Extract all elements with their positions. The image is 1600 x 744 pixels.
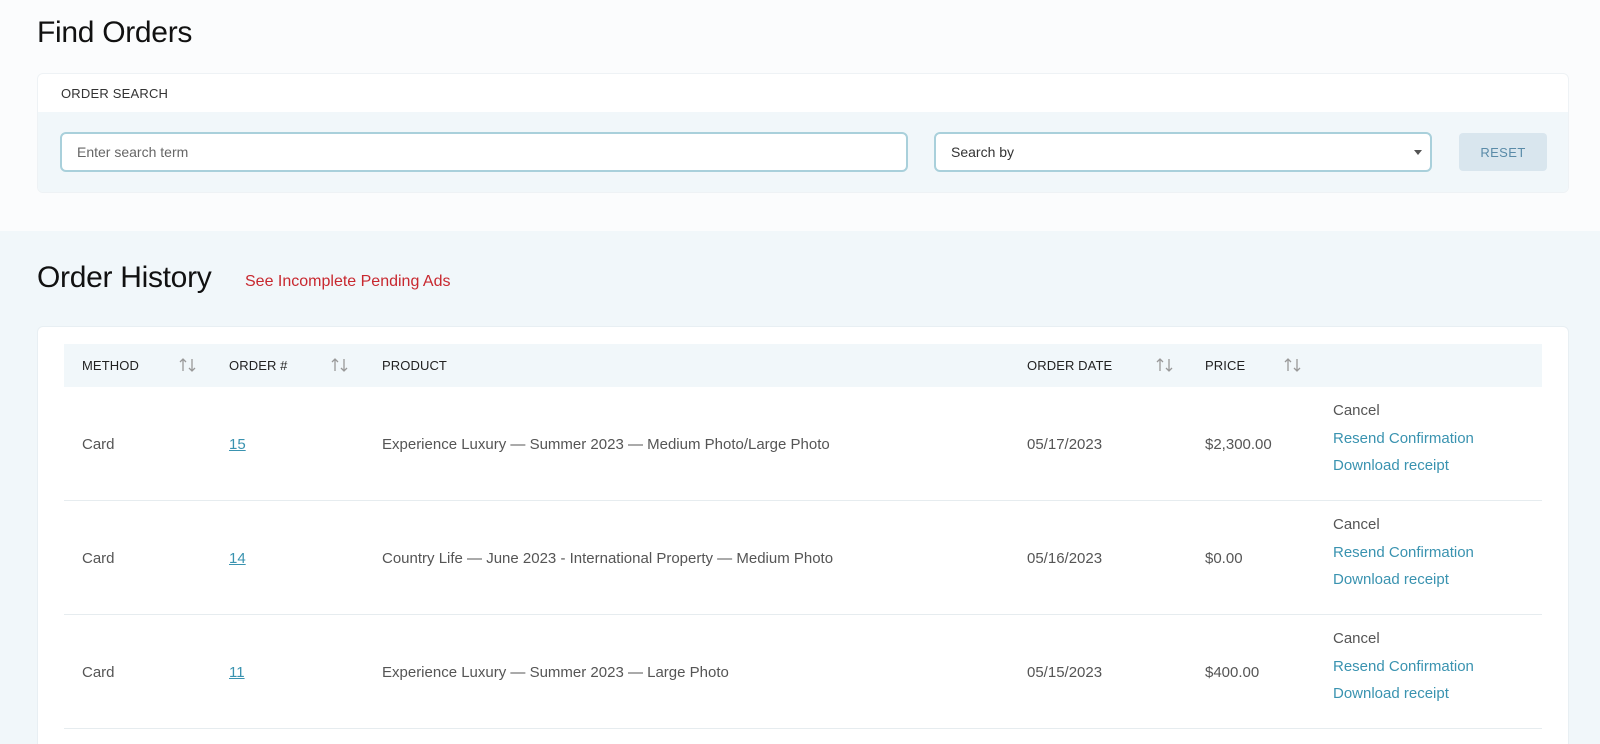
order-date-cell: 05/15/2023 (1027, 663, 1103, 681)
table-row: Card 14 Country Life — June 2023 - Inter… (64, 501, 1542, 615)
row-actions: Cancel Resend Confirmation Download rece… (1333, 397, 1533, 480)
order-search-card: ORDER SEARCH Search by RESET (37, 73, 1569, 193)
download-receipt-link[interactable]: Download receipt (1333, 680, 1533, 708)
table-header: METHOD ORDER # PRODUCT ORDER DATE PRICE (64, 344, 1542, 387)
column-header-label: PRODUCT (382, 358, 447, 373)
reset-button[interactable]: RESET (1459, 133, 1547, 171)
product-cell: Country Life — June 2023 - International… (382, 549, 834, 567)
column-header-method[interactable]: METHOD (82, 344, 139, 387)
order-number-link[interactable]: 14 (229, 501, 246, 615)
cancel-link[interactable]: Cancel (1333, 511, 1533, 539)
method-cell: Card (82, 435, 115, 453)
sort-arrows-icon[interactable] (178, 356, 198, 374)
price-cell: $0.00 (1205, 549, 1243, 567)
incomplete-pending-ads-link[interactable]: See Incomplete Pending Ads (245, 273, 450, 291)
column-header-order-number[interactable]: ORDER # (229, 344, 288, 387)
download-receipt-link[interactable]: Download receipt (1333, 452, 1533, 480)
sort-arrows-icon[interactable] (1155, 356, 1175, 374)
order-table: METHOD ORDER # PRODUCT ORDER DATE PRICE … (37, 326, 1569, 744)
column-header-label: PRICE (1205, 358, 1246, 373)
resend-confirmation-link[interactable]: Resend Confirmation (1333, 653, 1533, 681)
order-date-cell: 05/16/2023 (1027, 549, 1103, 567)
table-row: Card 15 Experience Luxury — Summer 2023 … (64, 387, 1542, 501)
row-actions: Cancel Resend Confirmation Download rece… (1333, 625, 1533, 708)
chevron-down-icon (1414, 150, 1422, 155)
table-row: Card 11 Experience Luxury — Summer 2023 … (64, 615, 1542, 729)
search-by-label: Search by (951, 144, 1015, 160)
order-number-link[interactable]: 15 (229, 387, 246, 501)
resend-confirmation-link[interactable]: Resend Confirmation (1333, 539, 1533, 567)
column-header-product: PRODUCT (382, 344, 447, 387)
order-history-title: Order History (37, 261, 212, 294)
row-actions: Cancel Resend Confirmation Download rece… (1333, 511, 1533, 594)
column-header-label: ORDER DATE (1027, 358, 1113, 373)
resend-confirmation-link[interactable]: Resend Confirmation (1333, 425, 1533, 453)
search-input[interactable] (60, 132, 908, 172)
product-cell: Experience Luxury — Summer 2023 — Large … (382, 663, 729, 681)
order-date-cell: 05/17/2023 (1027, 435, 1103, 453)
product-cell: Experience Luxury — Summer 2023 — Medium… (382, 435, 830, 453)
order-search-title: ORDER SEARCH (61, 86, 169, 101)
sort-arrows-icon[interactable] (330, 356, 350, 374)
column-header-label: ORDER # (229, 358, 288, 373)
download-receipt-link[interactable]: Download receipt (1333, 566, 1533, 594)
method-cell: Card (82, 663, 115, 681)
column-header-label: METHOD (82, 358, 139, 373)
page-title: Find Orders (37, 16, 193, 49)
cancel-link[interactable]: Cancel (1333, 397, 1533, 425)
cancel-link[interactable]: Cancel (1333, 625, 1533, 653)
price-cell: $2,300.00 (1205, 435, 1272, 453)
search-by-select[interactable]: Search by (934, 132, 1432, 172)
sort-arrows-icon[interactable] (1283, 356, 1303, 374)
price-cell: $400.00 (1205, 663, 1260, 681)
method-cell: Card (82, 549, 115, 567)
column-header-price[interactable]: PRICE (1205, 344, 1245, 387)
order-history-section: Order History See Incomplete Pending Ads… (0, 231, 1600, 744)
order-search-body: Search by RESET (38, 112, 1568, 192)
find-orders-section: Find Orders ORDER SEARCH Search by RESET (0, 0, 1600, 231)
column-header-order-date[interactable]: ORDER DATE (1027, 344, 1112, 387)
order-number-link[interactable]: 11 (229, 615, 245, 729)
